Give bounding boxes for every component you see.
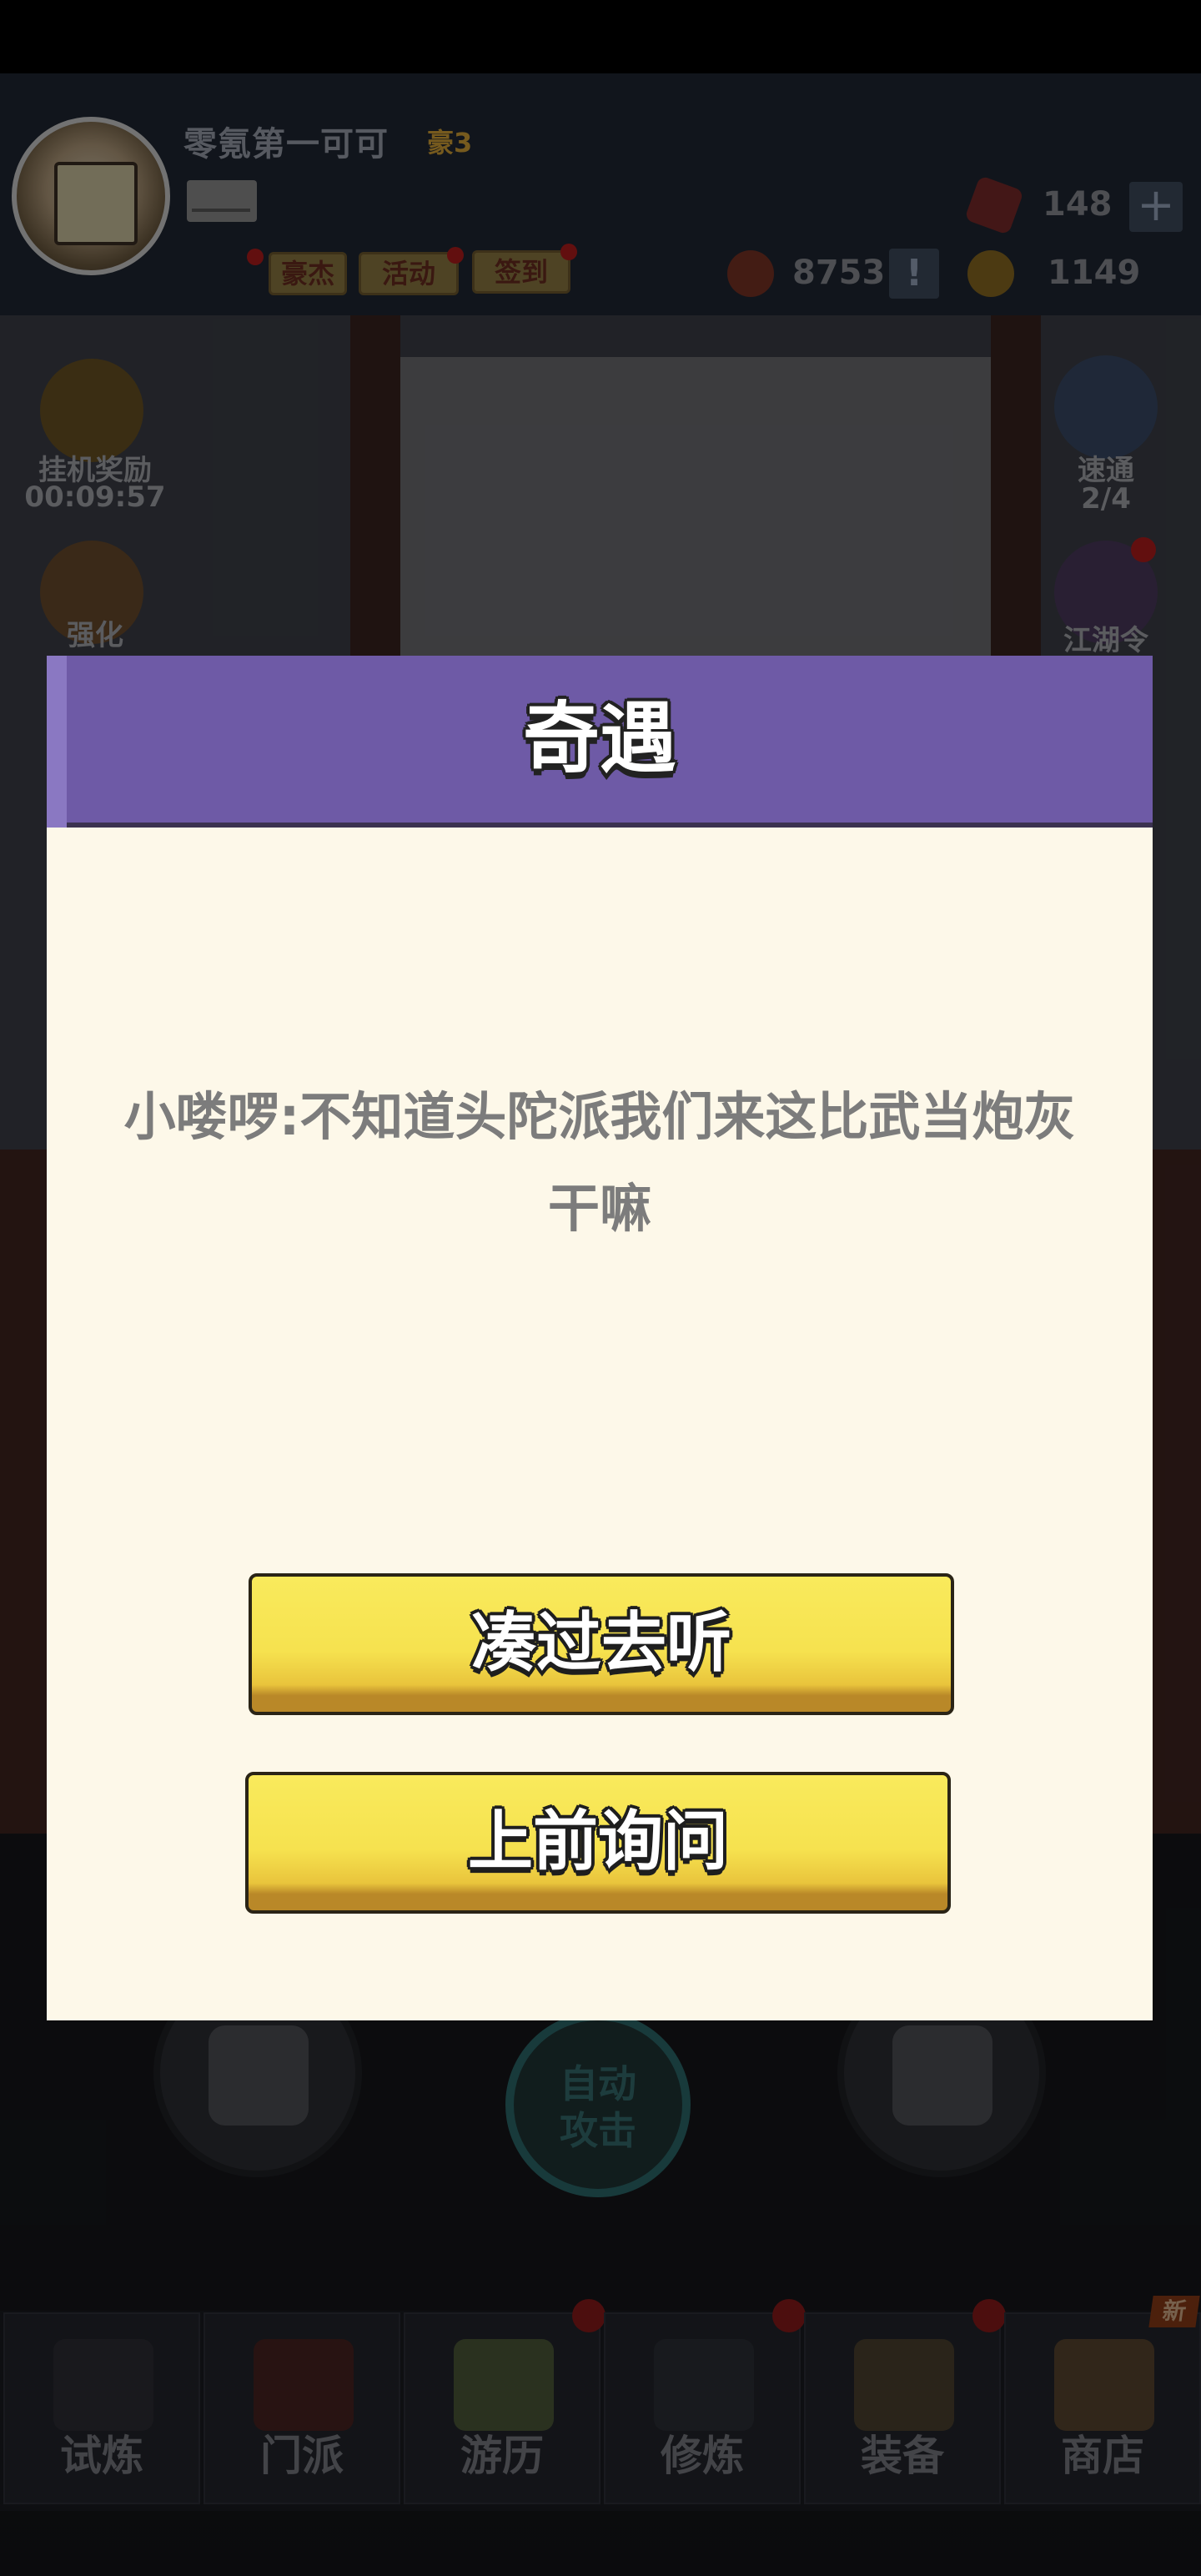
dialog-header: 奇遇 (47, 656, 1153, 828)
choice-listen-label: 凑过去听 (470, 1606, 731, 1681)
choice-ask-button[interactable]: 上前询问 (245, 1772, 951, 1914)
dialog-title: 奇遇 (522, 694, 676, 783)
dialog-message: 小喽啰:不知道头陀派我们来这比武当炮灰干嘛 (123, 1086, 1076, 1239)
encounter-dialog: 奇遇 小喽啰:不知道头陀派我们来这比武当炮灰干嘛 凑过去听 上前询问 (47, 656, 1153, 2020)
choice-listen-button[interactable]: 凑过去听 (249, 1573, 954, 1715)
choice-ask-label: 上前询问 (467, 1804, 728, 1879)
